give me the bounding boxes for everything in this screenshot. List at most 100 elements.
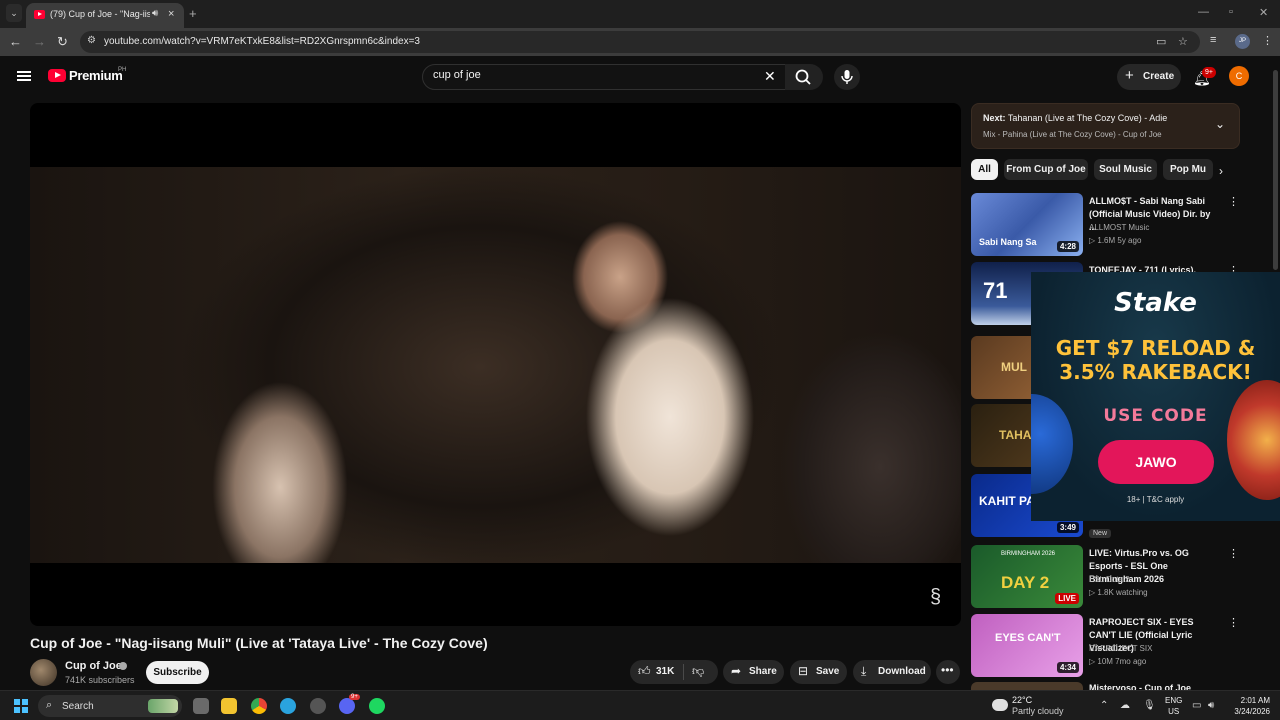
cast-icon[interactable]: ▭ <box>1156 35 1166 48</box>
more-options-icon[interactable]: ⋮ <box>1228 195 1239 208</box>
share-icon: ➦ <box>731 664 742 678</box>
save-button[interactable]: ⊟ Save <box>790 660 847 684</box>
back-icon[interactable]: ← <box>9 34 22 49</box>
channel-name[interactable]: Cup of Joe <box>65 660 122 672</box>
video-thumbnail[interactable] <box>971 682 1083 690</box>
task-view-icon[interactable] <box>193 698 209 714</box>
page-scrollbar[interactable] <box>1273 70 1278 270</box>
dislike-icon[interactable]: 👎︎ <box>692 664 704 679</box>
playlist-up-next[interactable]: Next: Tahanan (Live at The Cozy Cove) - … <box>971 103 1240 149</box>
url-text[interactable]: youtube.com/watch?v=VRM7eKTxkE8&list=RD2… <box>104 36 420 47</box>
thumbnail-text: DAY 2 <box>1001 573 1050 592</box>
like-icon[interactable]: 👍︎ <box>638 664 651 679</box>
channel-name[interactable]: ESL Dota 2 <box>1089 575 1130 584</box>
voice-search-button[interactable] <box>834 64 860 90</box>
search-button[interactable] <box>785 64 823 90</box>
profile-avatar[interactable]: JP <box>1235 34 1250 49</box>
like-count[interactable]: 31K <box>656 666 674 677</box>
omnibox[interactable]: ⚙ youtube.com/watch?v=VRM7eKTxkE8&list=R… <box>80 31 1200 53</box>
volume-icon[interactable]: 🔊︎ <box>1208 700 1214 711</box>
video-frame[interactable] <box>30 167 961 563</box>
search-input[interactable] <box>433 69 753 81</box>
forward-icon[interactable]: → <box>33 34 46 49</box>
new-tab-icon[interactable]: + <box>189 6 197 21</box>
windows-start-icon[interactable] <box>14 699 28 713</box>
more-options-icon[interactable]: ⋮ <box>1228 616 1239 629</box>
download-label: Download <box>878 666 926 677</box>
logo-text[interactable]: Premium <box>69 68 123 83</box>
chevron-down-icon[interactable]: ⌄ <box>1215 117 1225 131</box>
browser-menu-icon[interactable]: ⋮ <box>1262 34 1273 47</box>
reload-icon[interactable]: ↻ <box>57 34 68 50</box>
tab-search-button[interactable]: ⌄ <box>6 4 22 22</box>
tray-overflow-icon[interactable]: ⌃ <box>1100 700 1108 711</box>
list-item[interactable]: EYES CAN'T 4:34 RAPROJECT SIX - EYES CAN… <box>971 614 1271 678</box>
download-button[interactable]: ⤓ Download <box>853 660 931 684</box>
channel-name[interactable]: RAPROJECT SIX <box>1089 644 1152 653</box>
system-clock[interactable]: 2:01 AM 3/24/2026 <box>1228 695 1270 717</box>
video-player[interactable]: § <box>30 103 961 626</box>
spotify-icon[interactable] <box>369 698 385 714</box>
media-control-icon[interactable]: ≡ <box>1210 34 1216 46</box>
taskbar-search[interactable]: ⌕ Search <box>38 695 182 717</box>
chip-all[interactable]: All <box>971 159 998 180</box>
channel-avatar[interactable] <box>30 659 57 686</box>
create-label: Create <box>1143 71 1175 82</box>
video-title: Cup of Joe - "Nag-iisang Muli" (Live at … <box>30 635 488 651</box>
bookmark-star-icon[interactable]: ☆ <box>1178 35 1188 48</box>
maximize-icon[interactable]: ▫ <box>1229 6 1233 18</box>
youtube-logo-icon[interactable] <box>48 69 66 82</box>
video-thumbnail[interactable]: BIRMINGHAM 2026 DAY 2 LIVE <box>971 545 1083 608</box>
steam-icon[interactable] <box>310 698 326 714</box>
clear-search-icon[interactable]: ✕ <box>764 68 776 85</box>
video-thumbnail[interactable]: EYES CAN'T 4:34 <box>971 614 1083 677</box>
chip-soul-music[interactable]: Soul Music <box>1094 159 1157 180</box>
verified-icon <box>119 662 127 670</box>
list-item[interactable]: Misteryoso - Cup of Joe <box>971 682 1271 690</box>
video-title[interactable]: Misteryoso - Cup of Joe <box>1089 682 1219 690</box>
list-item[interactable]: BIRMINGHAM 2026 DAY 2 LIVE LIVE: Virtus.… <box>971 545 1271 609</box>
weather-widget[interactable]: 22°C Partly cloudy <box>1012 695 1064 717</box>
subscriber-count: 741K subscribers <box>65 675 135 685</box>
ad-code-button[interactable]: JAWO <box>1098 440 1214 484</box>
channel-watermark-icon[interactable]: § <box>930 586 941 609</box>
more-options-icon[interactable]: ⋮ <box>1228 547 1239 560</box>
microphone-icon <box>841 70 853 84</box>
hamburger-menu-icon[interactable] <box>17 71 31 81</box>
thumbnail-text: MUL <box>1001 360 1027 374</box>
tab-title: (79) Cup of Joe - "Nag-iisang <box>50 9 150 19</box>
chrome-icon[interactable] <box>251 698 267 714</box>
stake-ad-overlay[interactable]: Stake GET $7 RELOAD & 3.5% RAKEBACK! USE… <box>1031 272 1280 521</box>
network-icon[interactable]: ▭ <box>1192 700 1201 711</box>
tray-app-icon[interactable]: ☁ <box>1120 700 1130 711</box>
minimize-icon[interactable]: — <box>1198 6 1209 18</box>
list-item[interactable]: Sabi Nang Sa 4:28 ALLMO$T - Sabi Nang Sa… <box>971 193 1271 257</box>
share-button[interactable]: ➦ Share <box>723 660 784 684</box>
browser-tab[interactable]: (79) Cup of Joe - "Nag-iisang 🔊︎ × <box>26 3 184 28</box>
weather-cloud-icon <box>992 699 1008 711</box>
chip-from-cup-of-joe[interactable]: From Cup of Joe <box>1004 159 1088 180</box>
region-code: US <box>1168 707 1180 716</box>
channel-name[interactable]: ALLMOST Music <box>1089 223 1149 232</box>
chip-pop-music[interactable]: Pop Mu <box>1163 159 1213 180</box>
site-info-icon[interactable]: ⚙ <box>87 35 96 46</box>
speaker-icon[interactable]: 🔊︎ <box>152 8 158 19</box>
tray-microphone-icon[interactable]: 🎙︎ <box>1143 700 1156 711</box>
more-actions-button[interactable]: ••• <box>936 660 960 684</box>
video-thumbnail[interactable]: Sabi Nang Sa 4:28 <box>971 193 1083 256</box>
discord-icon[interactable] <box>339 698 355 714</box>
duration-badge: 3:49 <box>1056 522 1079 533</box>
tab-close-icon[interactable]: × <box>168 8 174 20</box>
chevron-right-icon[interactable]: › <box>1219 164 1223 178</box>
account-avatar[interactable]: C <box>1229 66 1249 86</box>
create-button[interactable]: + Create <box>1117 64 1181 90</box>
language-indicator[interactable]: ENG US <box>1165 695 1182 717</box>
ad-code-label: USE CODE <box>1103 406 1208 426</box>
subscribe-button[interactable]: Subscribe <box>146 661 209 684</box>
close-window-icon[interactable]: ✕ <box>1259 6 1268 19</box>
lang-code: ENG <box>1165 696 1183 705</box>
search-icon <box>795 69 811 85</box>
file-explorer-icon[interactable] <box>221 698 237 714</box>
telegram-icon[interactable] <box>280 698 296 714</box>
notification-count-badge: 9+ <box>1202 67 1216 78</box>
